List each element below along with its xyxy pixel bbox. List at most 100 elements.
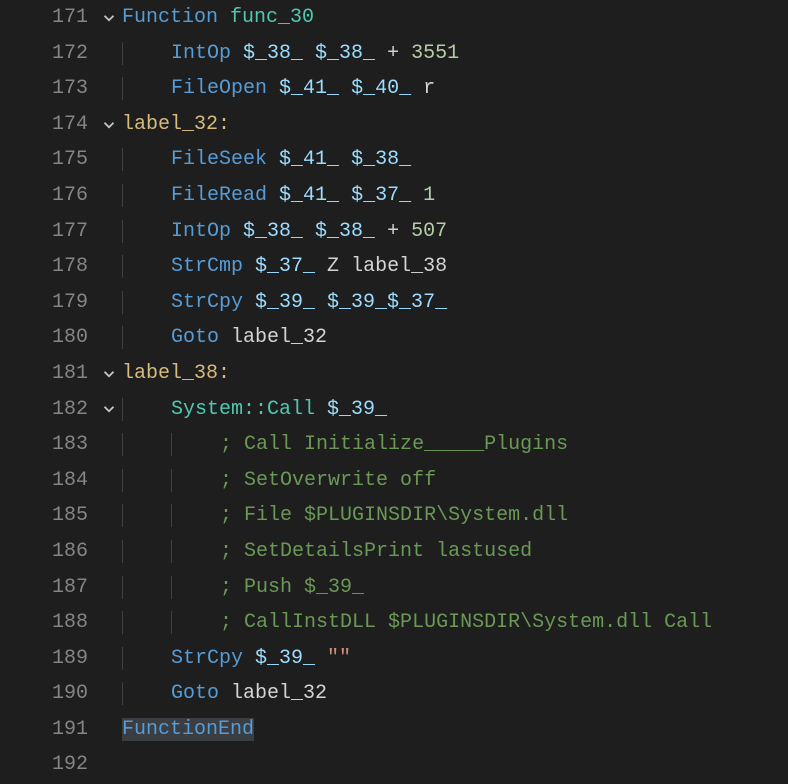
- fold-marker: [96, 747, 122, 783]
- token: $_37_: [255, 255, 327, 278]
- code-editor[interactable]: 1711721731741751761771781791801811821831…: [0, 0, 788, 784]
- token: FunctionEnd: [122, 718, 254, 741]
- token: +: [387, 220, 411, 243]
- fold-marker: [96, 142, 122, 178]
- code-line[interactable]: [122, 747, 788, 783]
- line-number-gutter: 1711721731741751761771781791801811821831…: [0, 0, 96, 784]
- line-number: 171: [0, 0, 96, 36]
- fold-marker: [96, 214, 122, 250]
- code-area[interactable]: Function func_30 IntOp $_38_ $_38_ + 355…: [122, 0, 788, 784]
- line-number: 176: [0, 178, 96, 214]
- fold-marker: [96, 427, 122, 463]
- token: FileOpen: [171, 77, 279, 100]
- token: +: [387, 42, 411, 65]
- fold-marker: [96, 605, 122, 641]
- code-line[interactable]: ; Call Initialize_____Plugins: [122, 427, 788, 463]
- token: func_30: [230, 6, 314, 29]
- line-number: 191: [0, 712, 96, 748]
- code-line[interactable]: label_32:: [122, 107, 788, 143]
- line-number: 180: [0, 320, 96, 356]
- token: Goto: [171, 326, 231, 349]
- chevron-down-icon[interactable]: [100, 400, 118, 418]
- fold-marker: [96, 534, 122, 570]
- line-number: 179: [0, 285, 96, 321]
- code-line[interactable]: Goto label_32: [122, 320, 788, 356]
- code-line[interactable]: StrCmp $_37_ Z label_38: [122, 249, 788, 285]
- chevron-down-icon[interactable]: [100, 9, 118, 27]
- chevron-down-icon[interactable]: [100, 116, 118, 134]
- chevron-down-icon[interactable]: [100, 365, 118, 383]
- code-line[interactable]: StrCpy $_39_ "": [122, 641, 788, 677]
- fold-marker: [96, 71, 122, 107]
- code-line[interactable]: Function func_30: [122, 0, 788, 36]
- code-line[interactable]: FileOpen $_41_ $_40_ r: [122, 71, 788, 107]
- token: $_41_: [279, 77, 351, 100]
- token: $_41_: [279, 184, 351, 207]
- token: $_37_: [351, 184, 423, 207]
- code-line[interactable]: Goto label_32: [122, 676, 788, 712]
- fold-marker: [96, 320, 122, 356]
- token: "": [327, 647, 351, 670]
- line-number: 183: [0, 427, 96, 463]
- fold-marker: [96, 676, 122, 712]
- code-line[interactable]: ; SetOverwrite off: [122, 463, 788, 499]
- token: $_38_: [351, 148, 411, 171]
- fold-marker: [96, 498, 122, 534]
- fold-gutter[interactable]: [96, 0, 122, 784]
- fold-marker: [96, 285, 122, 321]
- code-line[interactable]: FunctionEnd: [122, 712, 788, 748]
- fold-marker: [96, 712, 122, 748]
- token: ; File $PLUGINSDIR\System.dll: [220, 504, 568, 527]
- fold-marker[interactable]: [96, 107, 122, 143]
- fold-marker[interactable]: [96, 392, 122, 428]
- token: $_38_: [243, 42, 315, 65]
- token: ; SetDetailsPrint lastused: [220, 540, 532, 563]
- token: FileRead: [171, 184, 279, 207]
- line-number: 177: [0, 214, 96, 250]
- line-number: 175: [0, 142, 96, 178]
- line-number: 186: [0, 534, 96, 570]
- token: StrCpy: [171, 647, 255, 670]
- line-number: 192: [0, 747, 96, 783]
- token: label_32: [231, 682, 327, 705]
- token: $_41_: [279, 148, 351, 171]
- code-line[interactable]: IntOp $_38_ $_38_ + 3551: [122, 36, 788, 72]
- fold-marker[interactable]: [96, 0, 122, 36]
- token: $_39_$_37_: [327, 291, 447, 314]
- fold-marker: [96, 178, 122, 214]
- code-line[interactable]: FileSeek $_41_ $_38_: [122, 142, 788, 178]
- fold-marker: [96, 570, 122, 606]
- token: r: [423, 77, 435, 100]
- fold-marker: [96, 249, 122, 285]
- code-line[interactable]: FileRead $_41_ $_37_ 1: [122, 178, 788, 214]
- fold-marker: [96, 463, 122, 499]
- code-line[interactable]: StrCpy $_39_ $_39_$_37_: [122, 285, 788, 321]
- token: IntOp: [171, 220, 243, 243]
- code-line[interactable]: ; File $PLUGINSDIR\System.dll: [122, 498, 788, 534]
- token: 3551: [411, 42, 459, 65]
- code-line[interactable]: label_38:: [122, 356, 788, 392]
- token: 1: [423, 184, 435, 207]
- token: $_39_: [255, 291, 327, 314]
- token: Function: [122, 6, 230, 29]
- line-number: 181: [0, 356, 96, 392]
- token: ; CallInstDLL $PLUGINSDIR\System.dll Cal…: [220, 611, 712, 634]
- code-line[interactable]: System::Call $_39_: [122, 392, 788, 428]
- token: System::Call: [171, 398, 327, 421]
- fold-marker[interactable]: [96, 356, 122, 392]
- token: 507: [411, 220, 447, 243]
- token: StrCmp: [171, 255, 255, 278]
- token: $_39_: [255, 647, 327, 670]
- line-number: 174: [0, 107, 96, 143]
- code-line[interactable]: ; SetDetailsPrint lastused: [122, 534, 788, 570]
- token: ; Push $_39_: [220, 576, 364, 599]
- code-line[interactable]: ; Push $_39_: [122, 570, 788, 606]
- code-line[interactable]: ; CallInstDLL $PLUGINSDIR\System.dll Cal…: [122, 605, 788, 641]
- token: label_32:: [122, 113, 230, 136]
- code-line[interactable]: IntOp $_38_ $_38_ + 507: [122, 214, 788, 250]
- token: $_39_: [327, 398, 387, 421]
- token: StrCpy: [171, 291, 255, 314]
- line-number: 182: [0, 392, 96, 428]
- fold-marker: [96, 641, 122, 677]
- token: ; Call Initialize_____Plugins: [220, 433, 568, 456]
